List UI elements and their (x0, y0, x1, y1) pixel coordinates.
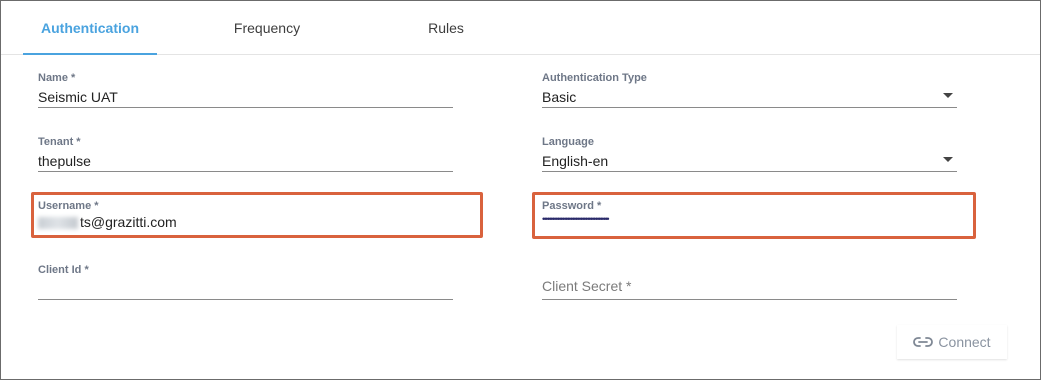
connector-settings-panel: Authentication Frequency Rules Name * Se… (0, 0, 1041, 380)
language-label: Language (542, 136, 594, 148)
authentication-type-value[interactable]: Basic (542, 89, 576, 105)
language-value[interactable]: English-en (542, 153, 608, 169)
client-id-field[interactable]: Client Id * (38, 264, 453, 301)
tab-label: Rules (428, 19, 464, 36)
tab-label: Authentication (41, 19, 139, 36)
connect-button[interactable]: Connect (897, 325, 1007, 359)
tenant-underline (38, 171, 453, 172)
password-highlight-box (532, 192, 976, 239)
active-tab-indicator (23, 53, 157, 55)
tab-rules[interactable]: Rules (411, 1, 481, 54)
link-icon (913, 337, 934, 347)
authentication-type-label: Authentication Type (542, 72, 647, 84)
tab-label: Frequency (233, 19, 301, 36)
tab-bar: Authentication Frequency Rules (1, 1, 1040, 55)
client-id-underline (38, 299, 453, 300)
name-value[interactable]: Seismic UAT (38, 89, 118, 105)
tab-frequency[interactable]: Frequency (217, 1, 317, 54)
dropdown-arrow-icon[interactable] (943, 157, 953, 162)
name-underline (38, 107, 453, 108)
client-secret-placeholder: Client Secret * (542, 278, 632, 294)
connect-label: Connect (938, 334, 991, 350)
client-secret-underline (542, 299, 957, 300)
tenant-label: Tenant * (38, 136, 81, 148)
language-underline (542, 171, 957, 172)
username-highlight-box (31, 192, 483, 238)
authentication-type-underline (542, 107, 957, 108)
dropdown-arrow-icon[interactable] (943, 93, 953, 98)
authentication-type-select[interactable]: Authentication Type Basic (542, 72, 957, 109)
client-id-label: Client Id * (38, 264, 89, 276)
client-secret-field[interactable]: Client Secret * (542, 264, 957, 301)
language-select[interactable]: Language English-en (542, 136, 957, 173)
name-label: Name * (38, 72, 76, 84)
tenant-value[interactable]: thepulse (38, 153, 91, 169)
name-field[interactable]: Name * Seismic UAT (38, 72, 453, 109)
tenant-field[interactable]: Tenant * thepulse (38, 136, 453, 173)
tab-authentication[interactable]: Authentication (23, 1, 157, 55)
